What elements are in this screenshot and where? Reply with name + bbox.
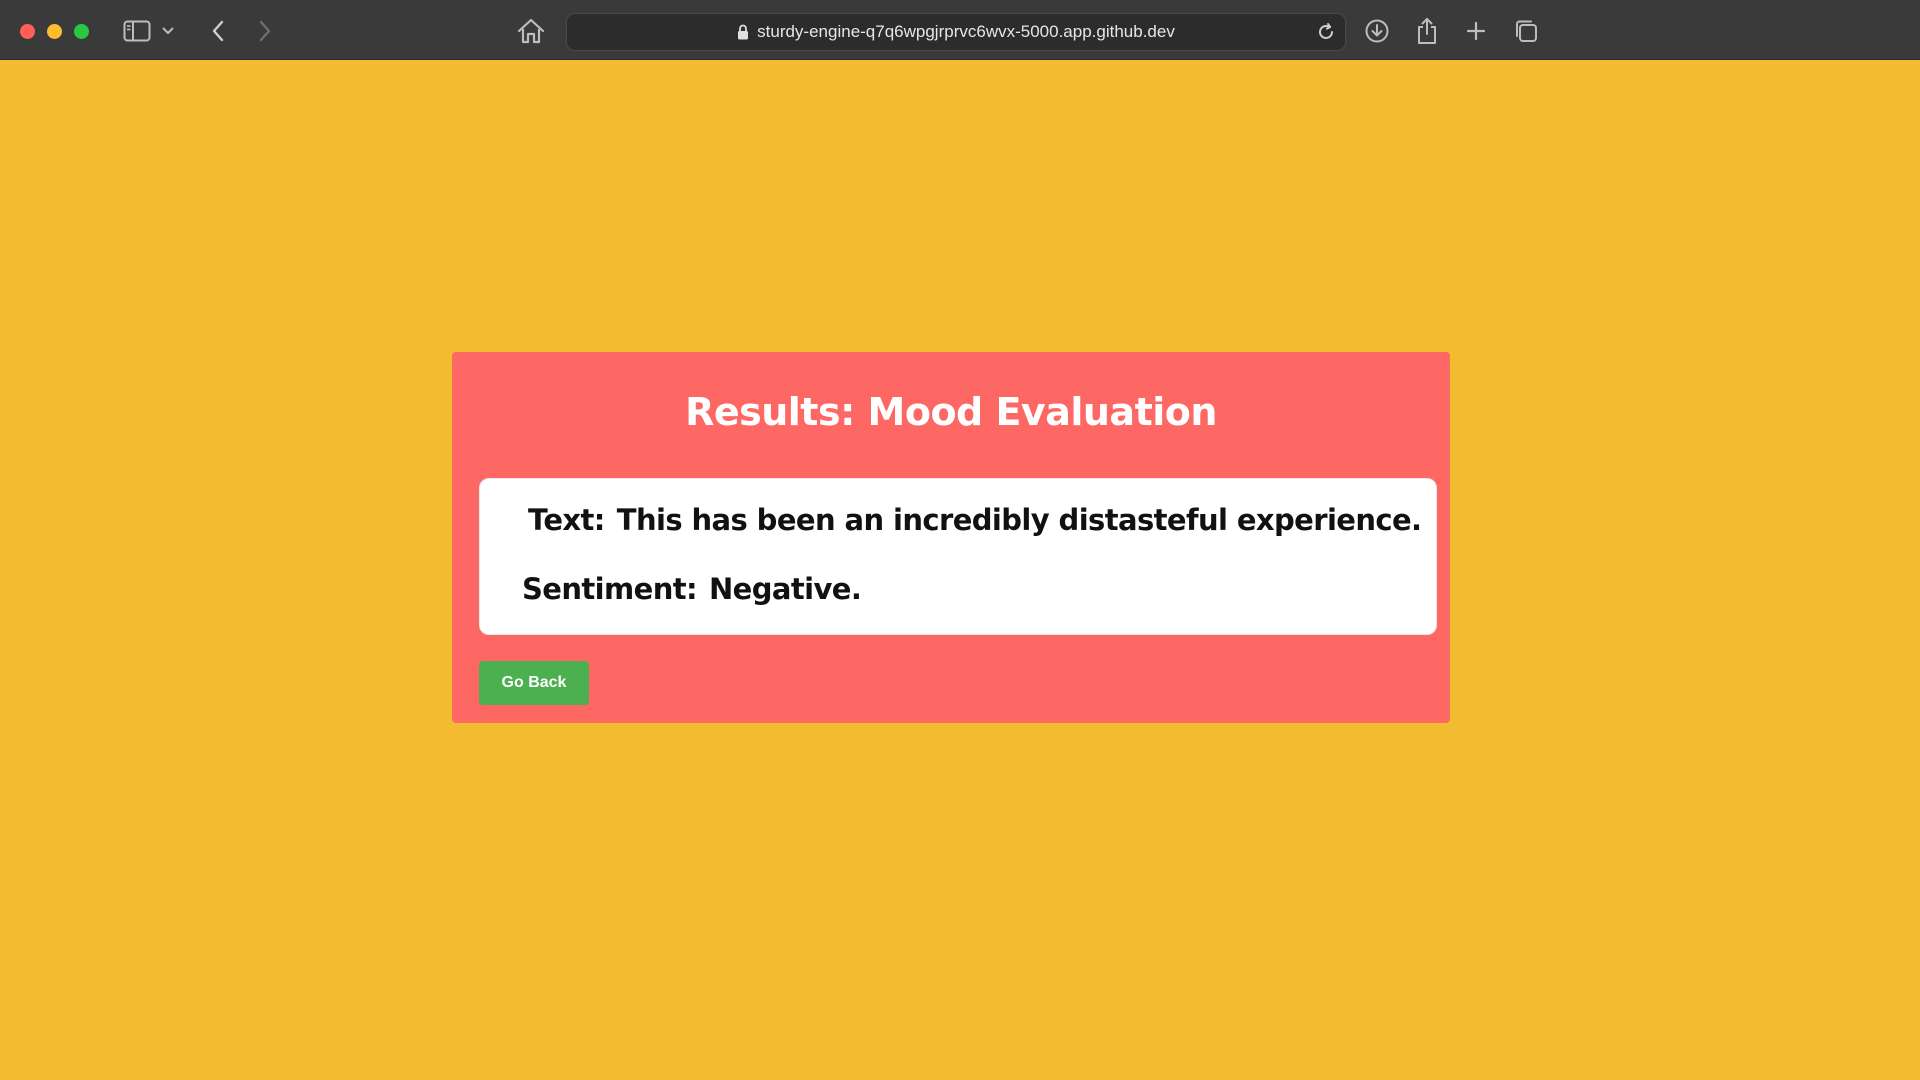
window-close-button[interactable] bbox=[20, 24, 35, 39]
go-back-button[interactable]: Go Back bbox=[479, 661, 589, 705]
chevron-down-icon[interactable] bbox=[158, 16, 178, 46]
window-minimize-button[interactable] bbox=[47, 24, 62, 39]
window-maximize-button[interactable] bbox=[74, 24, 89, 39]
sentiment-label: Sentiment: bbox=[522, 572, 698, 606]
sentiment-line: Sentiment: Negative. bbox=[522, 572, 862, 606]
lock-icon bbox=[737, 24, 749, 40]
share-icon[interactable] bbox=[1412, 16, 1442, 46]
sidebar-icon[interactable] bbox=[121, 16, 153, 46]
url-text: sturdy-engine-q7q6wpgjrprvc6wvx-5000.app… bbox=[757, 22, 1175, 41]
forward-icon[interactable] bbox=[250, 16, 280, 46]
results-card: Results: Mood Evaluation Text: This has b… bbox=[452, 352, 1450, 723]
result-box: Text: This has been an incredibly distast… bbox=[479, 478, 1437, 635]
text-value: This has been an incredibly distasteful … bbox=[616, 503, 1422, 537]
page-title: Results: Mood Evaluation bbox=[685, 390, 1217, 434]
browser-toolbar: sturdy-engine-q7q6wpgjrprvc6wvx-5000.app… bbox=[0, 0, 1920, 60]
home-icon[interactable] bbox=[516, 16, 546, 46]
sentiment-value: Negative. bbox=[709, 572, 862, 606]
download-icon[interactable] bbox=[1362, 16, 1392, 46]
reload-icon[interactable] bbox=[1313, 19, 1339, 45]
text-label: Text: bbox=[528, 503, 605, 537]
tabs-icon[interactable] bbox=[1511, 16, 1541, 46]
back-icon[interactable] bbox=[203, 16, 233, 46]
address-bar[interactable]: sturdy-engine-q7q6wpgjrprvc6wvx-5000.app… bbox=[566, 13, 1346, 51]
plus-icon[interactable] bbox=[1461, 16, 1491, 46]
page-body: Results: Mood Evaluation Text: This has b… bbox=[0, 60, 1920, 1080]
text-line: Text: This has been an incredibly distast… bbox=[528, 503, 1422, 537]
